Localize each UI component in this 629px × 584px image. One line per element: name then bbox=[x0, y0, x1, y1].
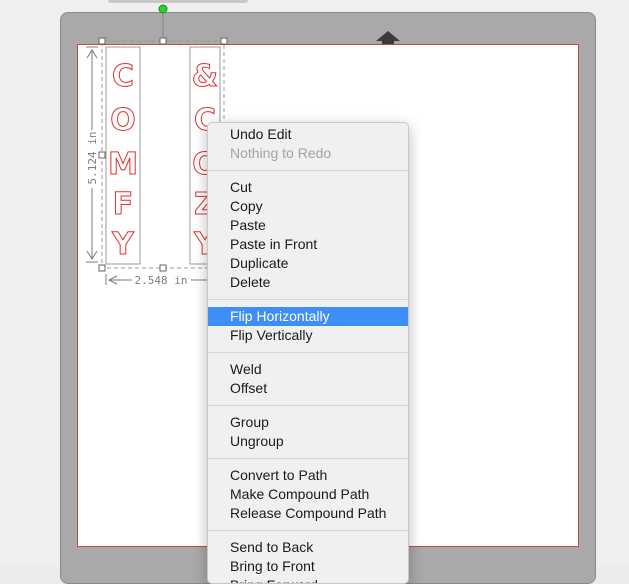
glyph-m: M bbox=[108, 147, 138, 182]
letter-column-1[interactable]: C O M F Y bbox=[108, 59, 139, 263]
resize-handle-left[interactable] bbox=[98, 151, 106, 159]
menu-item-release-compound-path[interactable]: Release Compound Path bbox=[208, 504, 408, 523]
menu-item-weld[interactable]: Weld bbox=[208, 360, 408, 379]
resize-handle-top-right[interactable] bbox=[220, 37, 228, 45]
menu-item-make-compound-path[interactable]: Make Compound Path bbox=[208, 485, 408, 504]
menu-group-paths: Convert to Path Make Compound Path Relea… bbox=[208, 464, 408, 525]
menu-separator bbox=[208, 405, 408, 406]
glyph-ampersand: & bbox=[192, 59, 218, 94]
menu-group-flip: Flip Horizontally Flip Vertically bbox=[208, 305, 408, 347]
menu-item-convert-to-path[interactable]: Convert to Path bbox=[208, 466, 408, 485]
menu-group-weld: Weld Offset bbox=[208, 358, 408, 400]
menu-item-send-to-back[interactable]: Send to Back bbox=[208, 538, 408, 557]
menu-item-bring-forward[interactable]: Bring Forward bbox=[208, 576, 408, 583]
menu-separator bbox=[208, 170, 408, 171]
menu-item-cut[interactable]: Cut bbox=[208, 178, 408, 197]
design-workspace[interactable]: C O M F Y & C O Z Y 5.124 in 2.548 in Un… bbox=[0, 0, 629, 584]
glyph-y: Y bbox=[111, 227, 135, 262]
glyph-o: O bbox=[110, 103, 136, 138]
resize-handle-top-left[interactable] bbox=[98, 37, 106, 45]
menu-separator bbox=[208, 530, 408, 531]
glyph-c: C bbox=[112, 59, 134, 94]
menu-item-offset[interactable]: Offset bbox=[208, 379, 408, 398]
menu-item-duplicate[interactable]: Duplicate bbox=[208, 254, 408, 273]
menu-separator bbox=[208, 458, 408, 459]
menu-item-paste-in-front[interactable]: Paste in Front bbox=[208, 235, 408, 254]
menu-item-nothing-to-redo: Nothing to Redo bbox=[230, 145, 332, 161]
menu-item-flip-horizontally[interactable]: Flip Horizontally bbox=[208, 307, 408, 326]
context-menu[interactable]: Undo Edit Nothing to Redo Cut Copy Paste… bbox=[207, 122, 409, 584]
rotate-handle[interactable] bbox=[158, 4, 168, 14]
width-dimension-label: 2.548 in bbox=[135, 274, 188, 287]
resize-handle-bottom-left[interactable] bbox=[98, 264, 106, 272]
menu-item-copy[interactable]: Copy bbox=[208, 197, 408, 216]
glyph-f: F bbox=[113, 187, 134, 222]
menu-group-arrange: Send to Back Bring to Front Bring Forwar… bbox=[208, 536, 408, 583]
menu-item-delete[interactable]: Delete bbox=[208, 273, 408, 292]
resize-handle-top[interactable] bbox=[159, 37, 167, 45]
menu-group-history: Undo Edit Nothing to Redo bbox=[208, 123, 408, 165]
menu-item-undo-edit[interactable]: Undo Edit bbox=[208, 125, 408, 144]
resize-handle-bottom[interactable] bbox=[159, 264, 167, 272]
height-dimension-label: 5.124 in bbox=[86, 132, 99, 185]
menu-item-bring-to-front[interactable]: Bring to Front bbox=[208, 557, 408, 576]
menu-group-grouping: Group Ungroup bbox=[208, 411, 408, 453]
menu-item-paste[interactable]: Paste bbox=[208, 216, 408, 235]
menu-separator bbox=[208, 299, 408, 300]
menu-group-clipboard: Cut Copy Paste Paste in Front Duplicate … bbox=[208, 176, 408, 294]
menu-separator bbox=[208, 352, 408, 353]
menu-item-group[interactable]: Group bbox=[208, 413, 408, 432]
menu-item-ungroup[interactable]: Ungroup bbox=[208, 432, 408, 451]
menu-item-flip-vertically[interactable]: Flip Vertically bbox=[208, 326, 408, 345]
